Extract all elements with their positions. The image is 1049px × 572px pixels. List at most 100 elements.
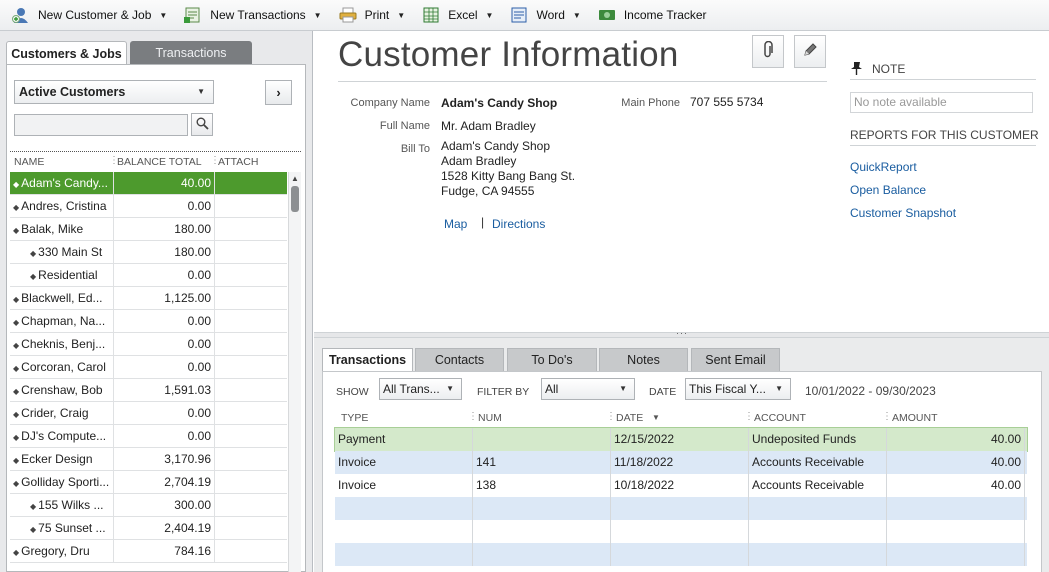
- bullet-icon: ◆: [13, 226, 20, 235]
- column-resize-handle[interactable]: ⋮: [468, 411, 478, 422]
- customer-row[interactable]: ◆ Golliday Sporti... 2,704.19: [10, 471, 287, 494]
- customer-row[interactable]: ◆ Chapman, Na... 0.00: [10, 310, 287, 333]
- column-date-header[interactable]: DATE: [616, 412, 643, 424]
- new-customer-job-button[interactable]: New Customer & Job ▼: [12, 3, 167, 27]
- print-button[interactable]: Print ▼: [339, 3, 405, 27]
- word-button[interactable]: Word ▼: [510, 3, 581, 27]
- edit-button[interactable]: [794, 35, 826, 68]
- customer-row[interactable]: ◆ Residential 0.00: [10, 264, 287, 287]
- tab-customers-jobs[interactable]: Customers & Jobs: [6, 41, 127, 65]
- income-tracker-button[interactable]: Income Tracker: [598, 3, 707, 27]
- customer-filter-select[interactable]: Active Customers ▼: [14, 80, 214, 104]
- column-type-header[interactable]: TYPE: [341, 412, 368, 424]
- note-field[interactable]: No note available: [850, 92, 1033, 113]
- customer-row[interactable]: ◆ Blackwell, Ed... 1,125.00: [10, 287, 287, 310]
- full-name-value: Mr. Adam Bradley: [441, 119, 536, 133]
- transaction-row[interactable]: Payment 12/15/2022 Undeposited Funds 40.00: [334, 427, 1028, 452]
- customer-name: Andres, Cristina: [21, 199, 107, 213]
- date-filter-select[interactable]: This Fiscal Y... ▼: [685, 378, 791, 400]
- tab-transactions[interactable]: Transactions: [130, 41, 252, 65]
- column-attach-header[interactable]: ATTACH: [218, 156, 258, 168]
- collapse-panel-button[interactable]: ›: [265, 80, 292, 105]
- new-customer-icon: [12, 7, 30, 23]
- excel-button[interactable]: Excel ▼: [422, 3, 493, 27]
- directions-link[interactable]: Directions: [492, 217, 545, 231]
- customer-balance: 2,404.19: [114, 517, 215, 539]
- word-label: Word: [536, 8, 565, 22]
- column-account-header[interactable]: ACCOUNT: [754, 412, 806, 424]
- tab-to-dos[interactable]: To Do's: [507, 348, 597, 371]
- new-transactions-button[interactable]: New Transactions ▼: [184, 3, 322, 27]
- customer-name-cell: ◆ Residential: [10, 264, 114, 286]
- tab-sent-email[interactable]: Sent Email: [691, 348, 780, 371]
- transaction-row[interactable]: Invoice 141 11/18/2022 Accounts Receivable 4…: [335, 451, 1027, 474]
- customer-name-cell: ◆ Chapman, Na...: [10, 310, 114, 332]
- customer-row[interactable]: ◆ Andres, Cristina 0.00: [10, 195, 287, 218]
- customer-search-input[interactable]: [14, 114, 188, 136]
- customer-row[interactable]: ◆ Balak, Mike 180.00: [10, 218, 287, 241]
- customer-row[interactable]: ◆ 75 Sunset ... 2,404.19: [10, 517, 287, 540]
- transaction-amount-cell: [887, 543, 1025, 566]
- customer-attach-cell: [215, 517, 287, 539]
- customer-row[interactable]: ◆ Ecker Design 3,170.96: [10, 448, 287, 471]
- tab-contacts[interactable]: Contacts: [415, 348, 504, 371]
- customer-snapshot-link[interactable]: Customer Snapshot: [850, 206, 956, 220]
- search-button[interactable]: [191, 113, 213, 136]
- customer-table-header: NAME ⋮ BALANCE TOTAL ⋮ ATTACH: [10, 151, 301, 172]
- splitter-grip-icon[interactable]: ···: [676, 328, 688, 338]
- customer-name: Cheknis, Benj...: [21, 337, 106, 351]
- column-amount-header[interactable]: AMOUNT: [892, 412, 938, 424]
- customer-row[interactable]: ◆ 330 Main St 180.00: [10, 241, 287, 264]
- customer-row[interactable]: ◆ Crenshaw, Bob 1,591.03: [10, 379, 287, 402]
- customer-name-cell: ◆ Corcoran, Carol: [10, 356, 114, 378]
- customer-row[interactable]: ◆ Gregory, Dru 784.16: [10, 540, 287, 563]
- sort-descending-icon[interactable]: ▼: [652, 413, 660, 422]
- transaction-num-cell: [473, 520, 611, 543]
- empty-row: [335, 520, 1027, 543]
- transaction-row[interactable]: Invoice 138 10/18/2022 Accounts Receivable 4…: [335, 474, 1027, 497]
- show-filter-select[interactable]: All Trans... ▼: [379, 378, 462, 400]
- tab-notes[interactable]: Notes: [599, 348, 688, 371]
- customer-row[interactable]: ◆ Crider, Craig 0.00: [10, 402, 287, 425]
- transaction-date-cell: [611, 497, 749, 520]
- column-num-header[interactable]: NUM: [478, 412, 502, 424]
- column-balance-header[interactable]: BALANCE TOTAL: [117, 156, 202, 168]
- customer-balance: 300.00: [114, 494, 215, 516]
- word-icon: [510, 7, 528, 23]
- bullet-icon: ◆: [13, 364, 20, 373]
- customer-row[interactable]: ◆ Adam's Candy... 40.00: [10, 172, 287, 195]
- customer-list-scrollbar[interactable]: ▲: [288, 172, 301, 572]
- column-resize-handle[interactable]: ⋮: [606, 411, 616, 422]
- customer-row[interactable]: ◆ Cheknis, Benj... 0.00: [10, 333, 287, 356]
- customer-attach-cell: [215, 379, 287, 401]
- tab-transactions[interactable]: Transactions: [322, 348, 413, 372]
- quickreport-link[interactable]: QuickReport: [850, 160, 917, 174]
- full-name-label: Full Name: [379, 120, 430, 132]
- company-name-value: Adam's Candy Shop: [441, 96, 558, 110]
- customer-name-cell: ◆ 155 Wilks ...: [10, 494, 114, 516]
- scrollbar-thumb[interactable]: [291, 186, 299, 212]
- open-balance-link[interactable]: Open Balance: [850, 183, 926, 197]
- date-range-text: 10/01/2022 - 09/30/2023: [805, 384, 936, 398]
- column-resize-handle[interactable]: ⋮: [744, 411, 754, 422]
- map-link[interactable]: Map: [444, 217, 467, 231]
- note-heading: NOTE: [872, 62, 906, 76]
- column-resize-handle[interactable]: ⋮: [882, 411, 892, 422]
- chevron-down-icon[interactable]: ▼: [486, 11, 494, 20]
- chevron-down-icon[interactable]: ▼: [573, 11, 581, 20]
- attach-button[interactable]: [752, 35, 784, 68]
- customer-row[interactable]: ◆ 155 Wilks ... 300.00: [10, 494, 287, 517]
- scroll-up-icon[interactable]: ▲: [291, 174, 299, 183]
- filter-by-select[interactable]: All ▼: [541, 378, 635, 400]
- transaction-account-cell: [749, 520, 887, 543]
- column-name-header[interactable]: NAME: [14, 156, 44, 168]
- chevron-down-icon[interactable]: ▼: [159, 11, 167, 20]
- chevron-down-icon[interactable]: ▼: [397, 11, 405, 20]
- chevron-down-icon[interactable]: ▼: [314, 11, 322, 20]
- bullet-icon: ◆: [13, 548, 20, 557]
- customer-row[interactable]: ◆ Corcoran, Carol 0.00: [10, 356, 287, 379]
- transaction-account-cell: Accounts Receivable: [749, 451, 887, 474]
- customer-attach-cell: [215, 494, 287, 516]
- customer-row[interactable]: ◆ DJ's Compute... 0.00: [10, 425, 287, 448]
- customer-center-sidebar: Customers & Jobs Transactions Active Cus…: [0, 31, 313, 572]
